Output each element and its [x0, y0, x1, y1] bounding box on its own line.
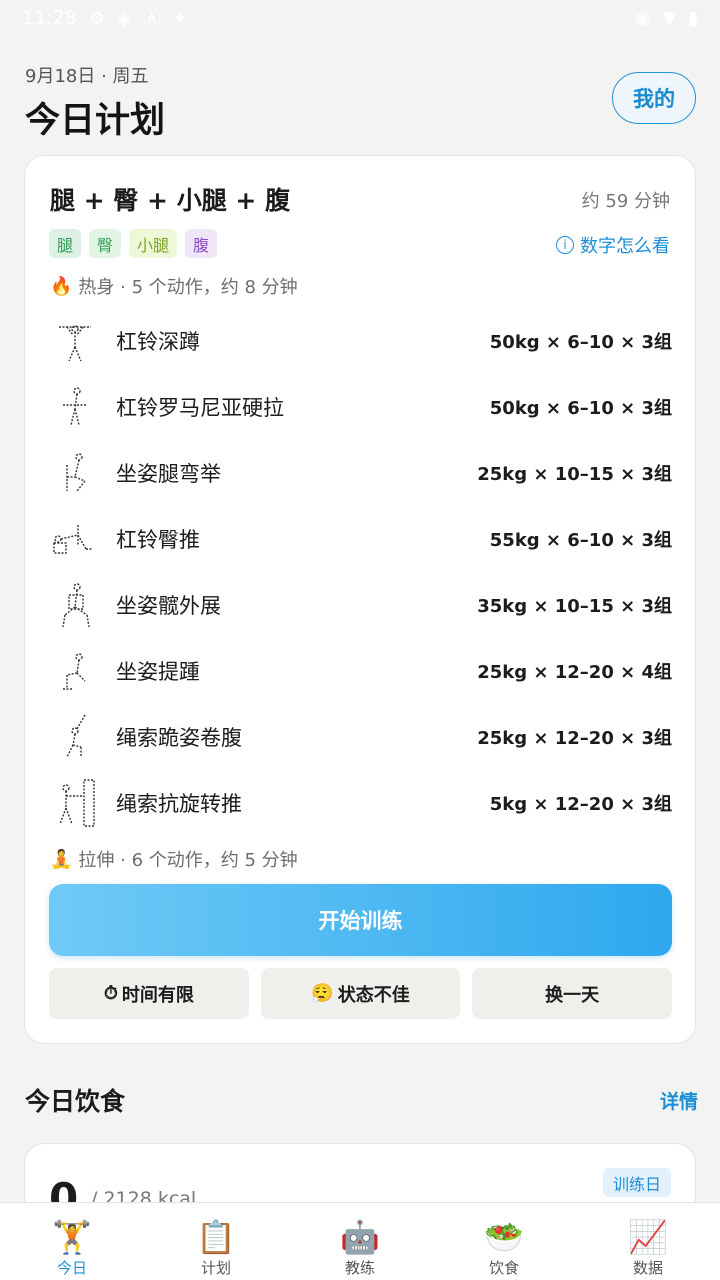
nav-label: 教练	[344, 1259, 375, 1277]
gear-icon: ⚙	[88, 7, 105, 29]
stretch-note[interactable]: 🧘 拉伸 · 6 个动作，约 5 分钟	[50, 846, 298, 872]
nav-label: 饮食	[488, 1259, 519, 1277]
squat-figure-icon	[50, 316, 100, 366]
swap-day-label: 换一天	[545, 984, 600, 1006]
exercise-name: 坐姿髋外展	[116, 594, 221, 618]
exercise-name: 杠铃深蹲	[116, 330, 200, 354]
wifi-icon: ▼	[662, 7, 677, 29]
exercise-spec: 5kg × 12–20 × 3组	[489, 794, 672, 815]
exercise-row[interactable]: 杠铃罗马尼亚硬拉 50kg × 6–10 × 3组	[50, 374, 672, 440]
exercise-spec: 25kg × 12–20 × 4组	[477, 662, 672, 683]
tag-calves: 小腿	[129, 229, 178, 258]
hip-abduction-figure-icon	[50, 580, 100, 630]
exercise-row[interactable]: 坐姿髋外展 35kg × 10–15 × 3组	[50, 572, 672, 638]
tag-glutes: 臀	[89, 229, 122, 258]
not-feeling-well-button[interactable]: 😮‍💨 状态不佳	[260, 968, 461, 1019]
exercise-name: 坐姿提踵	[116, 660, 200, 684]
workout-card: 腿 + 臀 + 小腿 + 腹 约 59 分钟 腿 臀 小腿 腹 i 数字怎么看 …	[24, 155, 696, 1044]
nav-item-diet[interactable]: 🥗 饮食	[432, 1203, 576, 1280]
nav-item-coach[interactable]: 🤖 教练	[288, 1203, 432, 1280]
nav-label: 计划	[200, 1259, 231, 1277]
status-time: 11:28	[22, 7, 77, 29]
exercise-spec: 55kg × 6–10 × 3组	[489, 530, 672, 551]
hip-thrust-figure-icon	[50, 514, 100, 564]
warmup-note[interactable]: 🔥 热身 · 5 个动作，约 8 分钟	[50, 273, 298, 299]
nav-item-today[interactable]: 🏋️ 今日	[0, 1203, 144, 1280]
warmup-label: 热身 · 5 个动作，约 8 分钟	[78, 277, 298, 298]
limited-time-button[interactable]: ⏱ 时间有限	[49, 968, 249, 1019]
tag-legs: 腿	[49, 229, 82, 258]
leg-curl-figure-icon	[50, 448, 100, 498]
diet-detail-link[interactable]: 详情	[660, 1087, 698, 1114]
exercise-name: 绳索跪姿卷腹	[116, 726, 242, 750]
exercise-row[interactable]: 坐姿腿弯举 25kg × 10–15 × 3组	[50, 440, 672, 506]
exercise-spec: 25kg × 12–20 × 3组	[477, 728, 672, 749]
exercise-spec: 25kg × 10–15 × 3组	[477, 464, 672, 485]
exercise-spec: 50kg × 6–10 × 3组	[489, 398, 672, 419]
training-day-badge: 训练日	[602, 1168, 671, 1197]
nav-label: 今日	[56, 1259, 87, 1277]
swap-day-button[interactable]: 换一天	[472, 968, 673, 1019]
exercise-name: 杠铃臀推	[116, 528, 200, 552]
date-label: 9月18日 · 周五	[25, 66, 149, 87]
network-icon: ◈	[116, 7, 131, 29]
howto-link[interactable]: i 数字怎么看	[556, 232, 670, 258]
me-button[interactable]: 我的	[612, 72, 696, 124]
howto-label: 数字怎么看	[580, 236, 670, 257]
cable-crunch-figure-icon	[50, 712, 100, 762]
battery-icon: ▮	[688, 7, 698, 29]
nav-item-plan[interactable]: 📋 计划	[144, 1203, 288, 1280]
salad-icon: 🥗	[484, 1218, 524, 1256]
status-bar: 11:28 ⚙ ◈ Ⓐ ✦ ◉ ▼ ▮	[0, 0, 720, 36]
info-icon: i	[556, 236, 574, 254]
diet-section-title: 今日饮食	[25, 1087, 126, 1116]
robot-icon: 🤖	[340, 1218, 380, 1256]
exercise-spec: 35kg × 10–15 × 3组	[477, 596, 672, 617]
start-training-button[interactable]: 开始训练	[49, 884, 672, 956]
exercise-row[interactable]: 绳索抗旋转推 5kg × 12–20 × 3组	[50, 770, 672, 836]
tired-face-icon: 😮‍💨	[311, 983, 334, 1004]
workout-duration: 约 59 分钟	[581, 191, 670, 212]
stretch-label: 拉伸 · 6 个动作，约 5 分钟	[78, 850, 298, 871]
exercise-row[interactable]: 杠铃臀推 55kg × 6–10 × 3组	[50, 506, 672, 572]
exercise-name: 绳索抗旋转推	[116, 792, 242, 816]
status-right: ◉ ▼ ▮	[635, 8, 698, 29]
stopwatch-icon: ⏱	[103, 983, 118, 1004]
exercise-name: 杠铃罗马尼亚硬拉	[116, 396, 284, 420]
bottom-nav: 🏋️ 今日 📋 计划 🤖 教练 🥗 饮食 📈 数据	[0, 1202, 720, 1280]
exercise-row[interactable]: 杠铃深蹲 50kg × 6–10 × 3组	[50, 308, 672, 374]
calf-raise-figure-icon	[50, 646, 100, 696]
clipboard-icon: 📋	[196, 1218, 236, 1256]
exercise-row[interactable]: 坐姿提踵 25kg × 12–20 × 4组	[50, 638, 672, 704]
weightlifter-icon: 🏋️	[52, 1218, 92, 1256]
not-feeling-well-label: 状态不佳	[337, 984, 410, 1006]
muscle-tags: 腿 臀 小腿 腹	[49, 229, 218, 258]
sub-buttons: ⏱ 时间有限 😮‍💨 状态不佳 换一天	[49, 968, 673, 1019]
tag-abs: 腹	[185, 229, 218, 258]
exercise-spec: 50kg × 6–10 × 3组	[489, 332, 672, 353]
exercise-name: 坐姿腿弯举	[116, 462, 221, 486]
workout-title: 腿 + 臀 + 小腿 + 腹	[50, 186, 291, 215]
a-icon: Ⓐ	[142, 9, 161, 30]
pallof-press-figure-icon	[50, 778, 100, 828]
location-icon: ◉	[634, 7, 651, 29]
page-title: 今日计划	[25, 101, 166, 141]
deadlift-figure-icon	[50, 382, 100, 432]
status-left: 11:28 ⚙ ◈ Ⓐ ✦	[22, 5, 188, 31]
exercise-list: 杠铃深蹲 50kg × 6–10 × 3组 杠铃罗马尼亚硬拉 50kg × 6–…	[50, 308, 672, 836]
fire-icon: 🔥	[50, 275, 73, 297]
limited-time-label: 时间有限	[121, 984, 194, 1006]
header: 9月18日 · 周五 今日计划 我的	[25, 62, 697, 142]
exercise-row[interactable]: 绳索跪姿卷腹 25kg × 12–20 × 3组	[50, 704, 672, 770]
nav-label: 数据	[632, 1259, 663, 1277]
bug-icon: ✦	[172, 7, 188, 29]
chart-icon: 📈	[628, 1218, 668, 1256]
meditation-icon: 🧘	[50, 848, 73, 870]
nav-item-data[interactable]: 📈 数据	[576, 1203, 720, 1280]
